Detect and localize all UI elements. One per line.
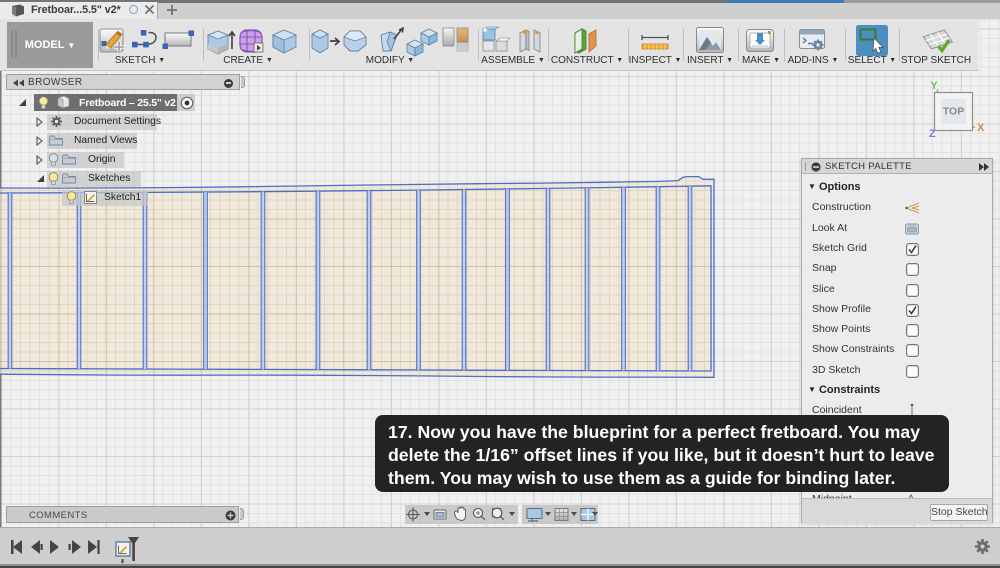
svg-text:TOP: TOP (943, 106, 964, 118)
svg-text:X: X (977, 122, 985, 134)
svg-text:Z: Z (929, 128, 936, 140)
